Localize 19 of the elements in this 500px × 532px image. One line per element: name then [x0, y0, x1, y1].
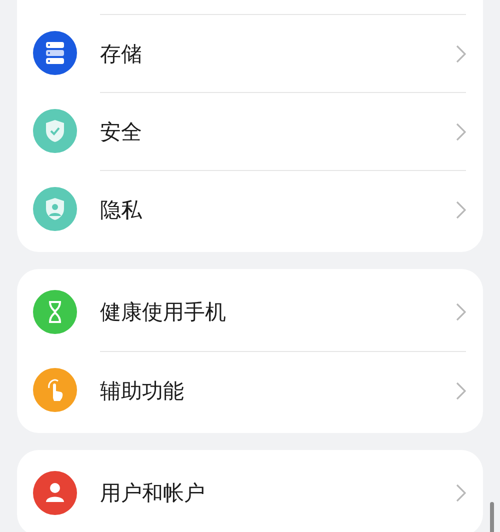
settings-item[interactable]: 辅助功能	[100, 376, 456, 404]
hand-icon	[33, 368, 77, 412]
chevron-icon	[456, 122, 466, 140]
privacy-icon	[33, 187, 77, 231]
chevron-icon	[456, 484, 466, 502]
shield-icon	[33, 109, 77, 153]
chevron-icon	[456, 44, 466, 62]
settings-item[interactable]: 存储	[100, 40, 456, 68]
settings-item[interactable]: 健康使用手机	[100, 298, 456, 326]
chevron-icon	[456, 303, 466, 321]
settings-item[interactable]: 隐私	[100, 196, 456, 224]
settings-item[interactable]: 安全	[100, 118, 456, 146]
settings-item[interactable]: 用户和帐户	[100, 479, 456, 507]
scrollbar	[490, 502, 494, 532]
user-icon	[33, 471, 77, 515]
chevron-icon	[456, 382, 466, 400]
hourglass-icon	[33, 290, 77, 334]
chevron-icon	[456, 200, 466, 218]
storage-icon	[33, 31, 77, 75]
